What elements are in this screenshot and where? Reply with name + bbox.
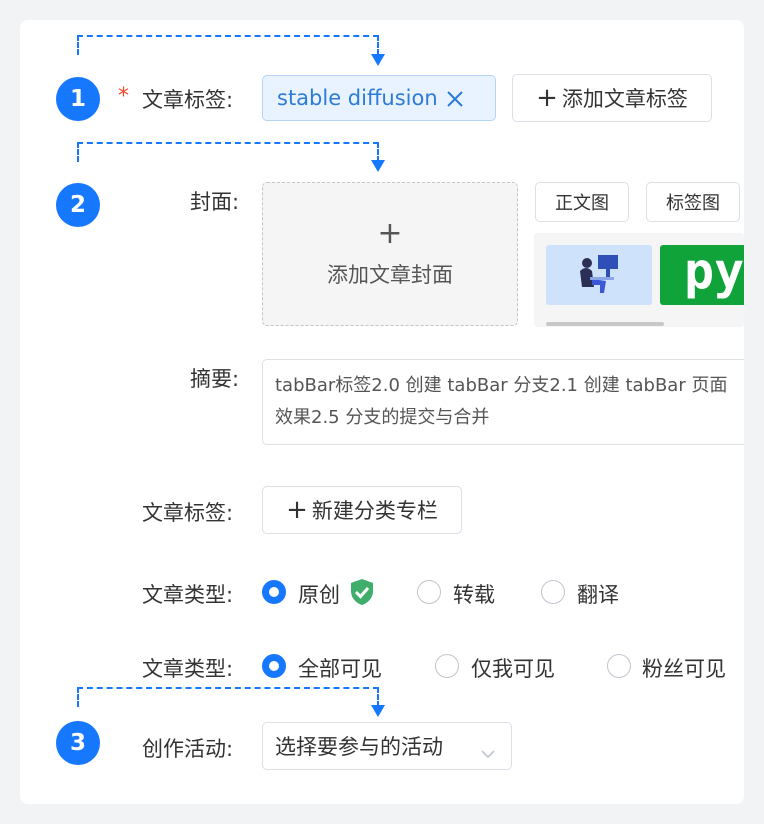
- step1-arrow-icon: [371, 54, 385, 66]
- tab-body-image-label: 正文图: [555, 193, 609, 214]
- step2-connector-left: [77, 142, 79, 162]
- add-tag-button[interactable]: + 添加文章标签: [512, 74, 712, 122]
- add-cover-button[interactable]: + 添加文章封面: [262, 182, 518, 326]
- plus-icon: +: [286, 495, 308, 525]
- step3-connector-top: [77, 687, 379, 689]
- chevron-down-icon: [481, 740, 495, 759]
- new-column-button[interactable]: + 新建分类专栏: [262, 486, 462, 534]
- step3-arrow-icon: [371, 705, 385, 717]
- tab-body-image[interactable]: 正文图: [535, 182, 629, 222]
- step2-connector-top: [77, 142, 379, 144]
- summary-label: 摘要:: [190, 367, 240, 391]
- tab-tag-image-label: 标签图: [666, 193, 720, 214]
- thumbnail-python-logo[interactable]: py: [660, 245, 744, 305]
- step-badge-3: 3: [56, 721, 100, 765]
- radio-repost-label[interactable]: 转载: [453, 579, 495, 609]
- thumbnail-python-text: py: [684, 245, 744, 300]
- plus-icon: +: [536, 83, 558, 113]
- activity-select-value: 选择要参与的活动: [275, 735, 443, 759]
- required-mark: *: [118, 84, 129, 109]
- step-badge-2: 2: [56, 183, 100, 227]
- visibility-label: 文章类型:: [142, 657, 234, 681]
- tag-chip-stable-diffusion: stable diffusion: [262, 75, 496, 121]
- radio-visible-me[interactable]: [435, 654, 459, 678]
- activity-select[interactable]: 选择要参与的活动: [262, 722, 512, 770]
- summary-line-1: tabBar标签2.0 创建 tabBar 分支2.1 创建 tabBar 页面: [275, 375, 728, 396]
- radio-visible-me-label[interactable]: 仅我可见: [471, 653, 555, 683]
- thumbnail-scrollbar[interactable]: [546, 322, 664, 326]
- summary-textarea[interactable]: tabBar标签2.0 创建 tabBar 分支2.1 创建 tabBar 页面…: [262, 359, 744, 445]
- thumbnail-illustration[interactable]: [546, 245, 652, 305]
- step1-connector-top: [77, 35, 379, 37]
- type-label: 文章类型:: [142, 583, 234, 607]
- radio-translation-label[interactable]: 翻译: [577, 579, 619, 609]
- cover-thumbnail-strip: py: [534, 233, 744, 327]
- step1-connector-right: [377, 35, 379, 55]
- column-label: 文章标签:: [142, 501, 234, 525]
- radio-original[interactable]: [262, 580, 286, 604]
- summary-line-2: 效果2.5 分支的提交与合并: [275, 407, 490, 428]
- plus-icon: +: [377, 216, 403, 251]
- radio-visible-fans[interactable]: [607, 654, 631, 678]
- step3-connector-right: [377, 687, 379, 707]
- cover-label: 封面:: [190, 190, 240, 214]
- add-tag-label: 添加文章标签: [561, 87, 688, 111]
- tab-tag-image[interactable]: 标签图: [646, 182, 740, 222]
- step3-connector-left: [77, 687, 79, 707]
- radio-original-label[interactable]: 原创: [298, 579, 340, 609]
- step1-connector-left: [77, 35, 79, 55]
- step-badge-1: 1: [56, 77, 100, 121]
- shield-check-icon: [349, 578, 375, 606]
- step2-arrow-icon: [371, 160, 385, 172]
- tags-label: 文章标签:: [142, 88, 234, 112]
- activity-label: 创作活动:: [142, 737, 234, 761]
- close-icon[interactable]: [446, 89, 464, 107]
- step2-connector-right: [377, 142, 379, 162]
- tag-chip-text: stable diffusion: [277, 86, 438, 110]
- radio-visible-all[interactable]: [262, 654, 286, 678]
- new-column-label: 新建分类专栏: [311, 499, 438, 523]
- radio-visible-fans-label[interactable]: 粉丝可见: [642, 653, 726, 683]
- form-card: 1 * 文章标签: stable diffusion + 添加文章标签 2 封面…: [20, 20, 744, 804]
- add-cover-label: 添加文章封面: [327, 263, 453, 287]
- radio-visible-all-label[interactable]: 全部可见: [298, 653, 382, 683]
- radio-translation[interactable]: [541, 580, 565, 604]
- radio-repost[interactable]: [417, 580, 441, 604]
